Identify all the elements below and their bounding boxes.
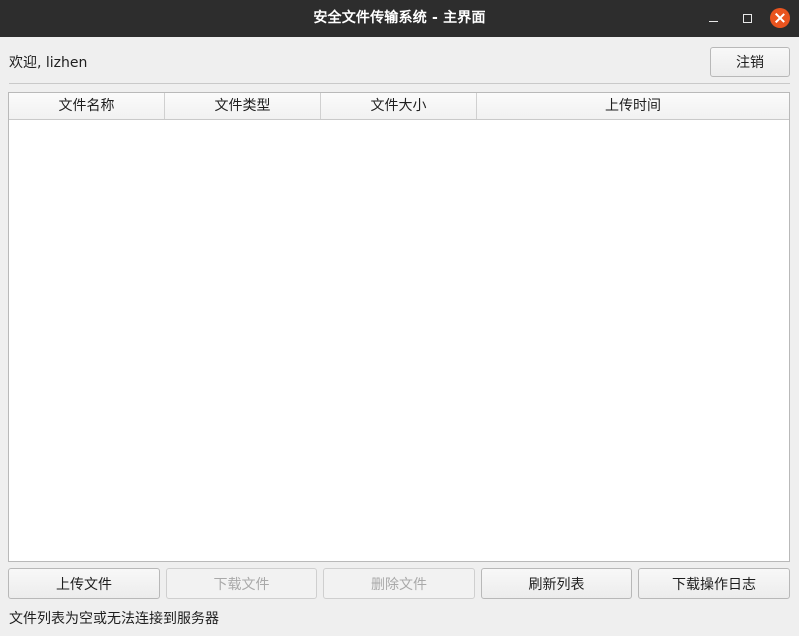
column-header-file-size[interactable]: 文件大小 (321, 93, 477, 119)
download-log-button[interactable]: 下载操作日志 (638, 568, 790, 599)
column-header-file-type[interactable]: 文件类型 (165, 93, 321, 119)
download-file-button[interactable]: 下载文件 (166, 568, 317, 599)
close-icon (775, 13, 785, 23)
table-body[interactable] (9, 120, 789, 561)
logout-button[interactable]: 注销 (710, 47, 790, 77)
main-window: 安全文件传输系统 - 主界面 欢迎, lizhen 注销 文件名称 文件类型 文… (0, 0, 799, 636)
status-message: 文件列表为空或无法连接到服务器 (9, 611, 219, 627)
table-header: 文件名称 文件类型 文件大小 上传时间 (9, 93, 789, 120)
window-title: 安全文件传输系统 - 主界面 (313, 10, 486, 26)
column-header-upload-time[interactable]: 上传时间 (477, 93, 789, 119)
header-divider (9, 83, 790, 84)
title-bar: 安全文件传输系统 - 主界面 (0, 0, 799, 37)
minimize-button[interactable] (703, 8, 723, 28)
delete-file-button[interactable]: 删除文件 (323, 568, 475, 599)
upload-file-button[interactable]: 上传文件 (8, 568, 160, 599)
maximize-icon (742, 13, 752, 23)
maximize-button[interactable] (737, 8, 757, 28)
refresh-list-button[interactable]: 刷新列表 (481, 568, 632, 599)
column-header-file-name[interactable]: 文件名称 (9, 93, 165, 119)
welcome-label: 欢迎, lizhen (9, 55, 88, 71)
close-button[interactable] (770, 8, 790, 28)
file-table[interactable]: 文件名称 文件类型 文件大小 上传时间 (8, 92, 790, 562)
minimize-icon (708, 21, 718, 22)
